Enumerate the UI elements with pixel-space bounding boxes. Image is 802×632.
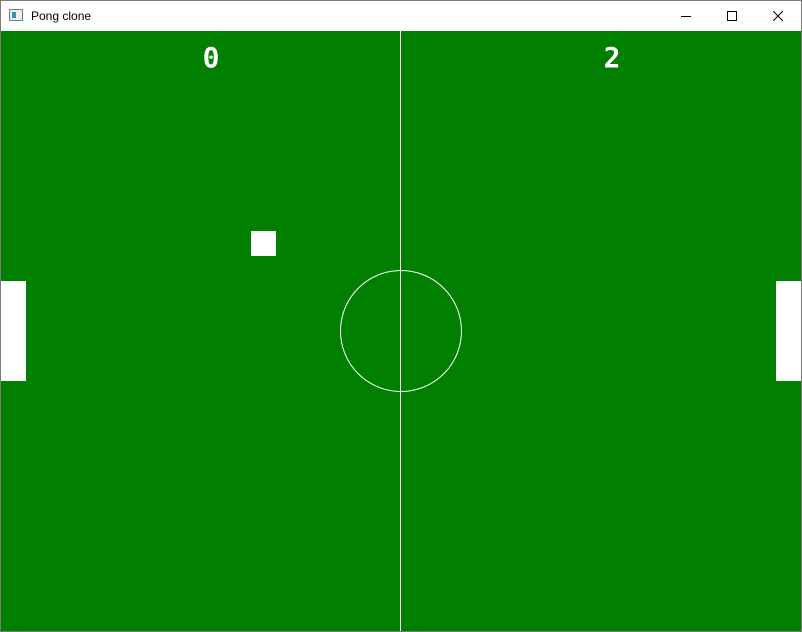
minimize-button[interactable] [663,1,709,31]
left-paddle [1,281,26,381]
ball [251,231,276,256]
minimize-icon [681,16,691,17]
app-window-icon [9,9,23,21]
close-button[interactable] [755,1,801,31]
close-icon [773,11,783,21]
left-player-score: 0 [202,41,220,74]
title-bar[interactable]: Pong clone [1,1,801,31]
game-field[interactable]: 0 2 [1,31,801,631]
right-player-score: 2 [603,41,621,74]
right-paddle [776,281,801,381]
game-window: Pong clone 0 2 [0,0,802,632]
window-title: Pong clone [31,9,92,23]
maximize-icon [727,11,737,21]
center-circle [340,270,462,392]
maximize-button[interactable] [709,1,755,31]
